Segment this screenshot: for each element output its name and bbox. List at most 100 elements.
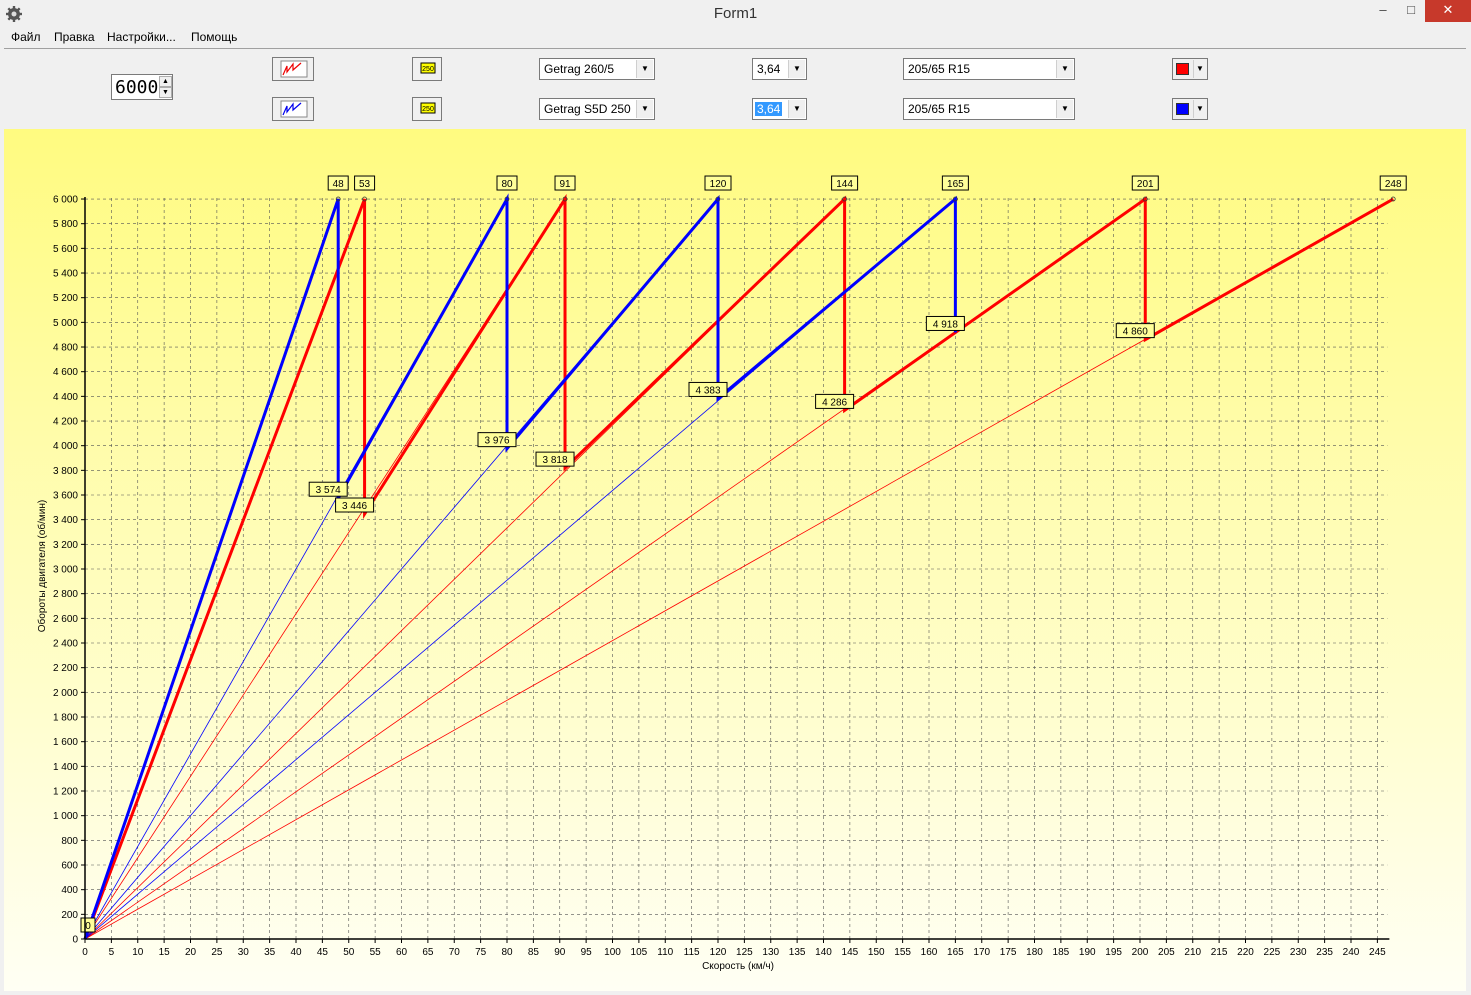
x-tick-label: 235	[1316, 947, 1333, 958]
menu-settings[interactable]: Настройки...	[107, 30, 176, 44]
shift-speed-label: 165	[941, 175, 969, 191]
chart-red-button[interactable]	[272, 57, 314, 81]
x-tick-label: 210	[1184, 947, 1201, 958]
x-tick-label: 50	[343, 947, 355, 958]
chevron-down-icon[interactable]: ▼	[788, 100, 805, 118]
y-tick-label: 5 000	[53, 318, 78, 329]
x-tick-label: 155	[894, 947, 911, 958]
label-text: 48	[333, 179, 345, 190]
window-title: Form1	[713, 5, 758, 22]
tire-select-1[interactable]: 205/65 R15 ▼	[903, 58, 1075, 80]
menu-file[interactable]: Файл	[11, 30, 41, 44]
x-tick-label: 45	[317, 947, 329, 958]
x-tick-label: 40	[290, 947, 302, 958]
y-tick-label: 2 800	[53, 589, 78, 600]
y-tick-label: 4 400	[53, 392, 78, 403]
x-tick-label: 195	[1105, 947, 1122, 958]
spin-up-icon[interactable]: ▲	[159, 76, 172, 87]
label-text: 3 818	[543, 455, 568, 466]
label-text: 144	[836, 179, 853, 190]
spin-down-icon[interactable]: ▼	[159, 87, 172, 98]
x-tick-label: 190	[1079, 947, 1096, 958]
y-tick-label: 4 200	[53, 417, 78, 428]
drop-rpm-label: 4 383	[688, 381, 728, 397]
chevron-down-icon[interactable]: ▼	[1056, 100, 1073, 118]
y-axis-label: Обороты двигателя (об/мин)	[36, 500, 48, 632]
menu-help[interactable]: Помощь	[191, 30, 237, 44]
minimize-button[interactable]: –	[1370, 0, 1396, 22]
drop-rpm-label: 3 446	[335, 497, 375, 513]
label-text: 80	[501, 179, 513, 190]
chevron-down-icon[interactable]: ▼	[1056, 60, 1073, 78]
shift-speed-label: 248	[1379, 175, 1407, 191]
tire-select-2[interactable]: 205/65 R15 ▼	[903, 98, 1075, 120]
x-tick-label: 105	[631, 947, 648, 958]
tire-select-2-value: 205/65 R15	[908, 102, 971, 116]
tire-select-1-value: 205/65 R15	[908, 62, 971, 76]
ratio-select-2-value: 3,64	[755, 102, 783, 116]
y-tick-label: 6 000	[53, 195, 78, 206]
x-tick-label: 95	[581, 947, 593, 958]
x-tick-label: 75	[475, 947, 487, 958]
y-tick-label: 3 000	[53, 565, 78, 576]
gearbox-select-1-value: Getrag 260/5	[544, 62, 615, 76]
gearbox-select-1[interactable]: Getrag 260/5 ▼	[539, 58, 655, 80]
drop-rpm-label: 4 286	[815, 393, 855, 409]
label-text: 248	[1385, 179, 1402, 190]
chart-icon-blue	[280, 100, 308, 118]
shift-speed-label: 48	[327, 175, 349, 191]
y-tick-label: 5 800	[53, 219, 78, 230]
rpm-spinner[interactable]: 6000 ▲ ▼	[111, 74, 173, 100]
x-tick-label: 125	[736, 947, 753, 958]
x-tick-label: 100	[604, 947, 621, 958]
y-tick-label: 3 400	[53, 515, 78, 526]
chevron-down-icon[interactable]: ▼	[636, 100, 653, 118]
y-tick-label: 5 400	[53, 269, 78, 280]
chart-blue-button[interactable]	[272, 97, 314, 121]
menu-edit[interactable]: Правка	[54, 30, 95, 44]
color-select-1[interactable]: ▼	[1172, 58, 1208, 80]
y-tick-label: 4 600	[53, 367, 78, 378]
color-swatch-red	[1176, 63, 1189, 75]
rpm-value[interactable]: 6000	[115, 77, 158, 98]
y-tick-label: 1 200	[53, 787, 78, 798]
label-text: 3 976	[484, 436, 509, 447]
label-text: 4 918	[933, 319, 958, 330]
x-tick-label: 115	[684, 947, 700, 958]
y-tick-label: 1 800	[53, 713, 78, 724]
y-tick-label: 800	[61, 836, 78, 847]
drop-rpm-label: 3 976	[477, 432, 517, 448]
speed-limit-button-2[interactable]: 250	[412, 97, 442, 121]
label-text: 3 446	[342, 501, 367, 512]
label-text: 53	[359, 179, 371, 190]
chevron-down-icon[interactable]: ▼	[1193, 60, 1206, 78]
x-tick-label: 65	[422, 947, 434, 958]
drop-rpm-label: 3 574	[308, 481, 348, 497]
x-tick-label: 35	[264, 947, 276, 958]
y-tick-label: 0	[72, 935, 78, 946]
x-tick-label: 60	[396, 947, 408, 958]
chevron-down-icon[interactable]: ▼	[1193, 100, 1206, 118]
shift-speed-label: 80	[496, 175, 518, 191]
x-tick-label: 200	[1132, 947, 1149, 958]
shift-speed-label: 53	[354, 175, 376, 191]
close-button[interactable]: ✕	[1425, 0, 1471, 22]
ratio-select-2[interactable]: 3,64 ▼	[752, 98, 807, 120]
maximize-button[interactable]: □	[1398, 0, 1424, 22]
drop-rpm-label: 4 860	[1115, 323, 1155, 339]
label-text: 0	[85, 921, 91, 932]
chevron-down-icon[interactable]: ▼	[788, 60, 805, 78]
x-tick-label: 120	[710, 947, 727, 958]
x-tick-label: 165	[947, 947, 964, 958]
x-tick-label: 170	[973, 947, 990, 958]
y-tick-label: 1 000	[53, 811, 78, 822]
x-tick-label: 245	[1369, 947, 1386, 958]
color-select-2[interactable]: ▼	[1172, 98, 1208, 120]
gearbox-select-2[interactable]: Getrag S5D 250 ▼	[539, 98, 655, 120]
chevron-down-icon[interactable]: ▼	[636, 60, 653, 78]
ratio-select-1[interactable]: 3,64 ▼	[752, 58, 807, 80]
shift-speed-label: 91	[554, 175, 576, 191]
shift-speed-label: 201	[1131, 175, 1159, 191]
x-tick-label: 140	[815, 947, 832, 958]
speed-limit-button-1[interactable]: 250	[412, 57, 442, 81]
